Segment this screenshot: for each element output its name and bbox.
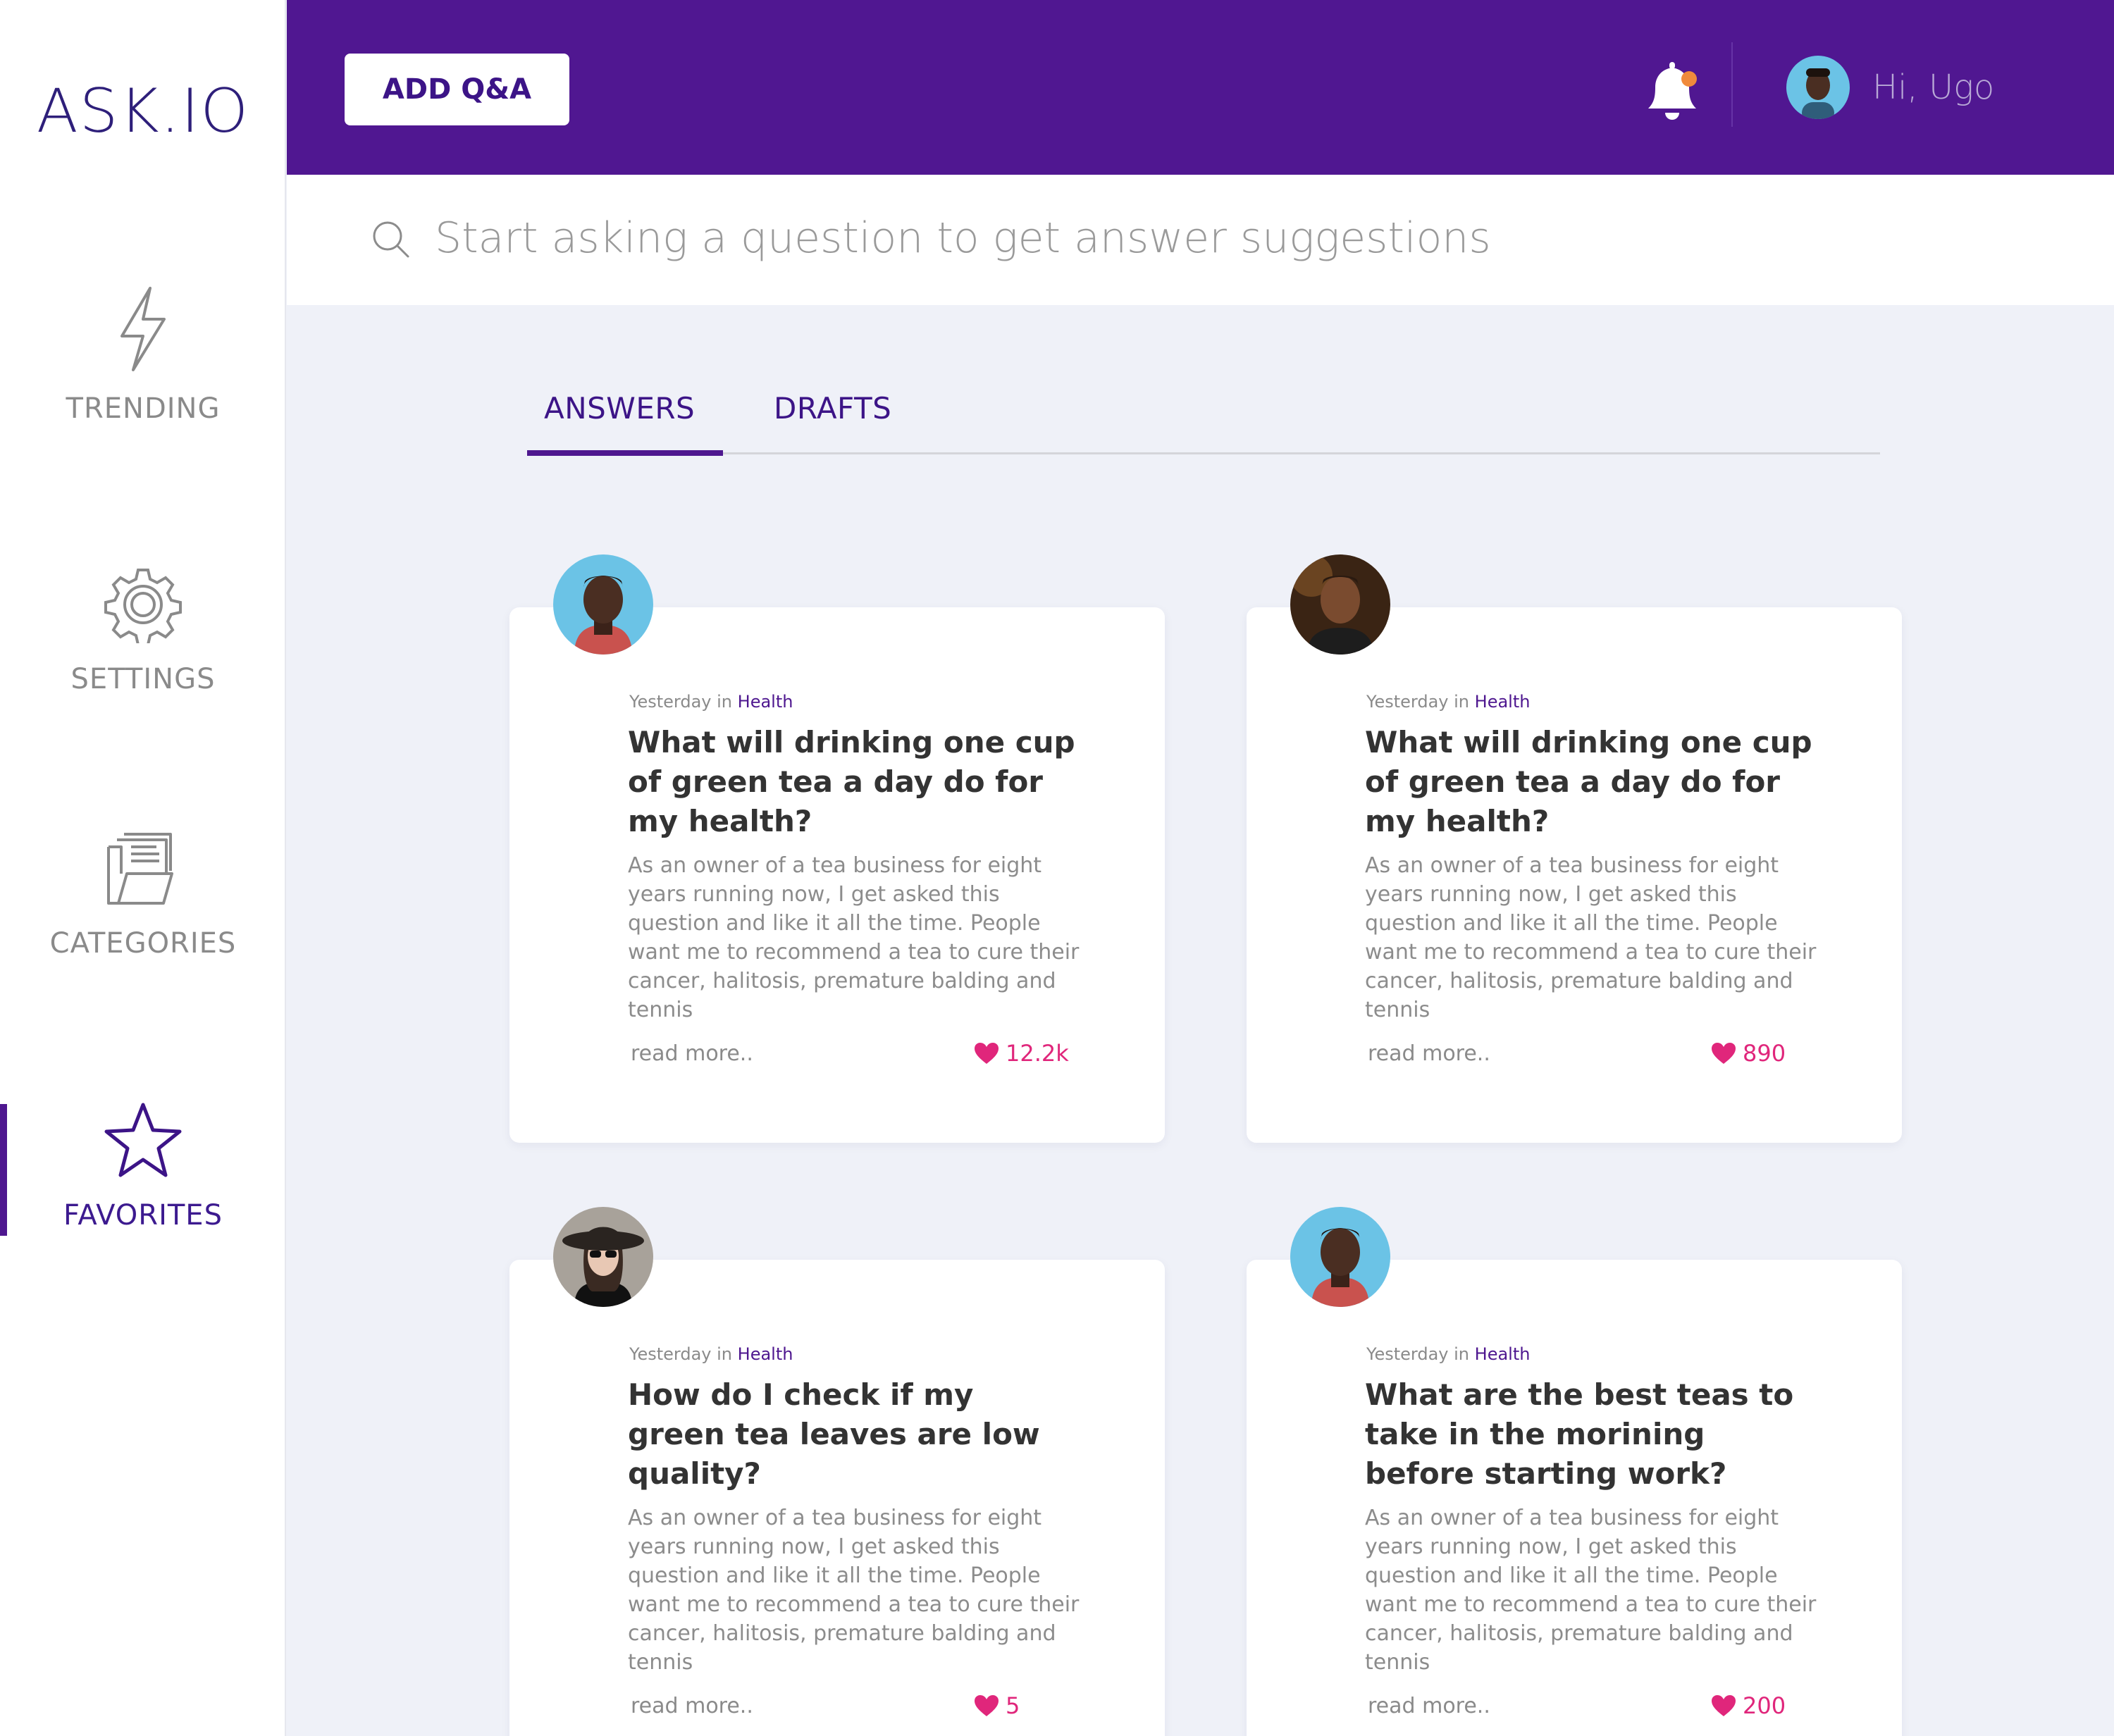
card-title[interactable]: What will drinking one cup of green tea … bbox=[628, 723, 1079, 841]
heart-icon bbox=[1712, 1695, 1736, 1716]
like-button[interactable]: 12.2k bbox=[973, 1040, 1069, 1067]
sidebar-item-label: FAVORITES bbox=[63, 1199, 223, 1232]
sidebar-item-trending[interactable]: TRENDING bbox=[0, 285, 286, 425]
folder-icon bbox=[107, 833, 173, 905]
card-time: Yesterday in bbox=[1366, 692, 1470, 712]
gear-icon bbox=[104, 569, 182, 643]
card-excerpt: As an owner of a tea business for eight … bbox=[628, 853, 1080, 1022]
answer-card[interactable]: Yesterday in Health What will drinking o… bbox=[509, 607, 1165, 1143]
app-logo[interactable]: ASK.IO bbox=[0, 76, 286, 147]
sidebar-item-categories[interactable]: CATEGORIES bbox=[0, 830, 286, 960]
like-count: 200 bbox=[1743, 1692, 1786, 1719]
card-category[interactable]: Health bbox=[738, 1344, 793, 1364]
sidebar-item-settings[interactable]: SETTINGS bbox=[0, 566, 286, 695]
add-qa-button[interactable]: ADD Q&A bbox=[345, 54, 569, 125]
card-time: Yesterday in bbox=[629, 692, 733, 712]
top-header: ADD Q&A Hi, Ugo bbox=[287, 0, 2114, 175]
card-category[interactable]: Health bbox=[738, 692, 793, 712]
read-more-link[interactable]: read more.. bbox=[631, 1694, 753, 1718]
card-title[interactable]: What are the best teas to take in the mo… bbox=[1365, 1375, 1816, 1494]
sidebar-item-label: SETTINGS bbox=[70, 663, 216, 695]
sidebar-item-label: CATEGORIES bbox=[49, 927, 237, 960]
card-time: Yesterday in bbox=[629, 1344, 733, 1364]
like-count: 890 bbox=[1743, 1040, 1786, 1067]
tabs: ANSWERS DRAFTS bbox=[527, 384, 1880, 456]
sidebar: ASK.IO TRENDING SETTINGS CATEGORIES FAVO… bbox=[0, 0, 286, 1736]
card-meta: Yesterday in Health bbox=[1366, 692, 1530, 712]
sidebar-item-label: TRENDING bbox=[66, 392, 221, 425]
card-title[interactable]: What will drinking one cup of green tea … bbox=[1365, 723, 1816, 841]
avatar[interactable] bbox=[1290, 554, 1390, 655]
card-title[interactable]: How do I check if my green tea leaves ar… bbox=[628, 1375, 1079, 1494]
card-category[interactable]: Health bbox=[1475, 1344, 1531, 1364]
like-button[interactable]: 5 bbox=[973, 1692, 1020, 1719]
tab-answers[interactable]: ANSWERS bbox=[544, 391, 695, 426]
bell-icon bbox=[1648, 62, 1697, 120]
notifications-button[interactable] bbox=[1637, 56, 1707, 127]
answer-card[interactable]: Yesterday in Health What will drinking o… bbox=[1247, 607, 1902, 1143]
card-excerpt: As an owner of a tea business for eight … bbox=[1365, 853, 1817, 1022]
search-input[interactable] bbox=[435, 203, 1985, 273]
lightning-icon bbox=[120, 287, 166, 371]
search-icon bbox=[373, 221, 409, 258]
active-tab-indicator bbox=[527, 450, 723, 456]
avatar bbox=[1786, 56, 1850, 119]
heart-icon bbox=[1712, 1043, 1736, 1064]
notification-dot bbox=[1681, 71, 1697, 87]
star-icon bbox=[104, 1103, 182, 1177]
like-button[interactable]: 200 bbox=[1710, 1692, 1786, 1719]
read-more-link[interactable]: read more.. bbox=[631, 1041, 753, 1066]
user-menu[interactable]: Hi, Ugo bbox=[1786, 54, 1994, 121]
card-time: Yesterday in bbox=[1366, 1344, 1470, 1364]
read-more-link[interactable]: read more.. bbox=[1368, 1041, 1490, 1066]
like-count: 5 bbox=[1006, 1692, 1020, 1719]
search-bar bbox=[287, 175, 2114, 305]
avatar[interactable] bbox=[1290, 1207, 1390, 1307]
header-divider bbox=[1731, 42, 1733, 127]
heart-icon bbox=[975, 1043, 999, 1064]
like-count: 12.2k bbox=[1006, 1040, 1069, 1067]
avatar[interactable] bbox=[553, 554, 653, 655]
answer-card[interactable]: Yesterday in Health What are the best te… bbox=[1247, 1260, 1902, 1736]
answer-card[interactable]: Yesterday in Health How do I check if my… bbox=[509, 1260, 1165, 1736]
card-excerpt: As an owner of a tea business for eight … bbox=[628, 1506, 1080, 1675]
card-meta: Yesterday in Health bbox=[1366, 1344, 1530, 1364]
sidebar-item-favorites[interactable]: FAVORITES bbox=[0, 1100, 286, 1232]
heart-icon bbox=[975, 1695, 999, 1716]
read-more-link[interactable]: read more.. bbox=[1368, 1694, 1490, 1718]
card-meta: Yesterday in Health bbox=[629, 692, 793, 712]
avatar[interactable] bbox=[553, 1207, 653, 1307]
card-category[interactable]: Health bbox=[1475, 692, 1531, 712]
card-excerpt: As an owner of a tea business for eight … bbox=[1365, 1506, 1817, 1675]
tab-drafts[interactable]: DRAFTS bbox=[774, 391, 891, 426]
card-meta: Yesterday in Health bbox=[629, 1344, 793, 1364]
user-greeting: Hi, Ugo bbox=[1872, 68, 1995, 107]
like-button[interactable]: 890 bbox=[1710, 1040, 1786, 1067]
